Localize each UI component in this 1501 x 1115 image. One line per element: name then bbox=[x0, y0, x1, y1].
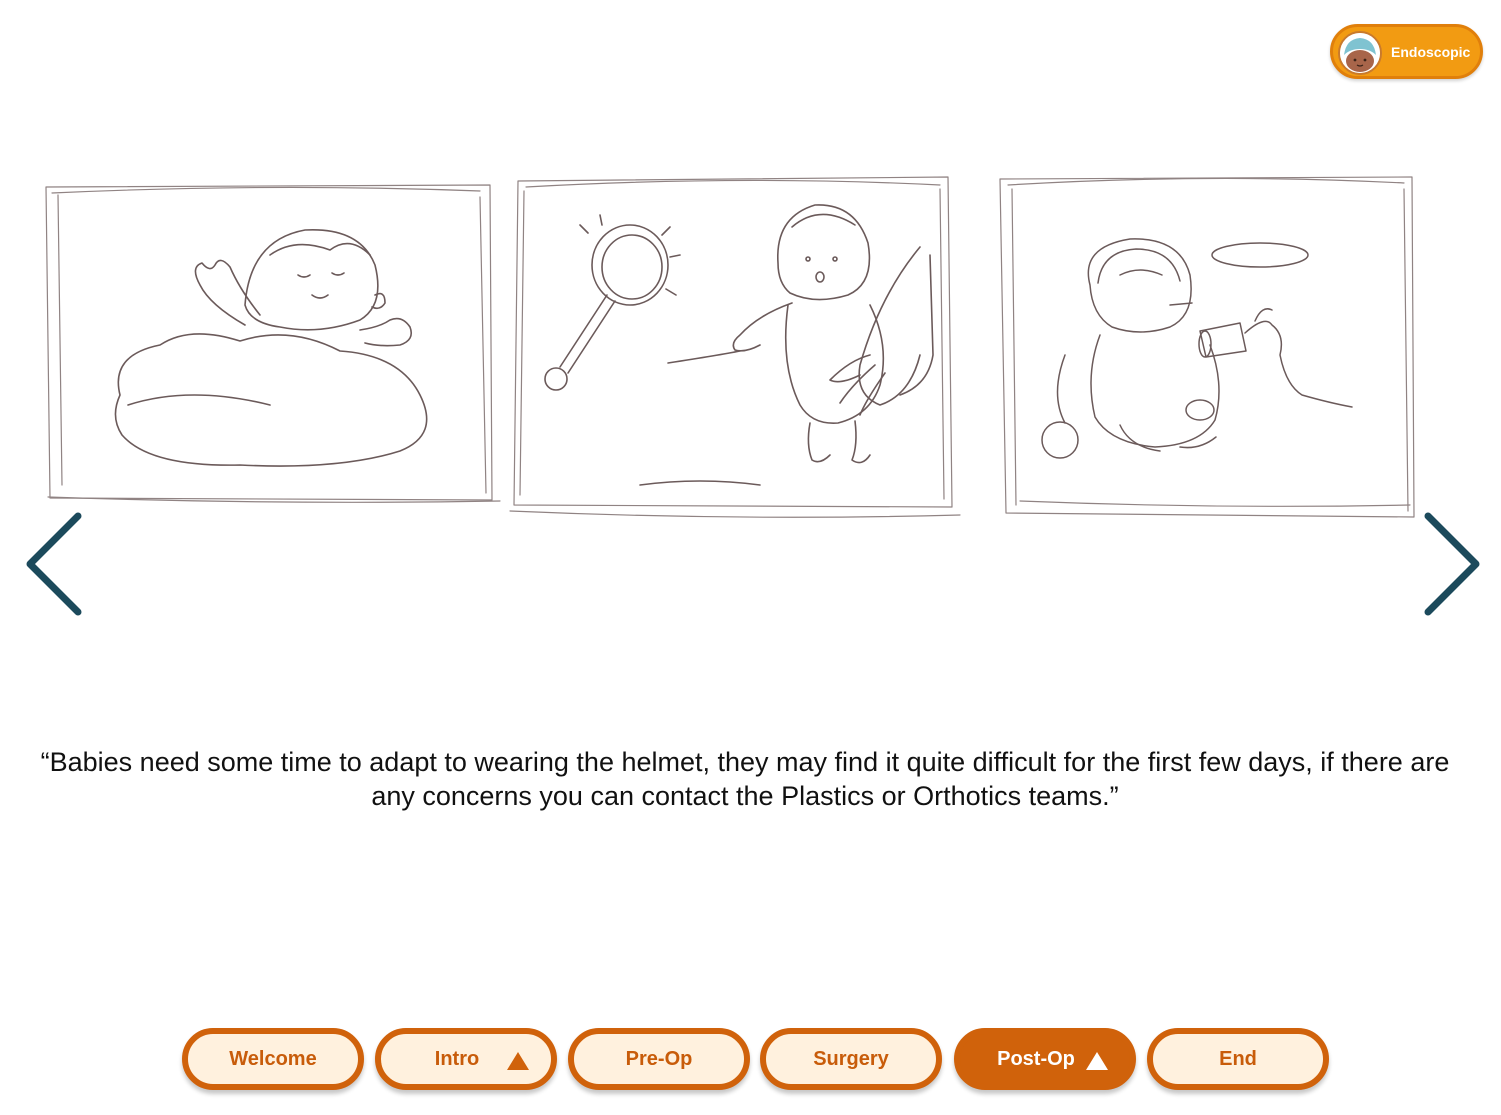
nav-surgery-button[interactable]: Surgery bbox=[760, 1028, 942, 1090]
baby-helmet-fitting-sketch bbox=[544, 204, 934, 486]
caret-up-icon[interactable] bbox=[1086, 1052, 1108, 1070]
baby-drinking-sketch bbox=[1041, 238, 1353, 459]
nav-end-button[interactable]: End bbox=[1147, 1028, 1329, 1090]
nav-item-label: Post-Op bbox=[997, 1047, 1075, 1070]
prev-slide-button[interactable] bbox=[18, 510, 88, 620]
nav-item-label: End bbox=[1219, 1047, 1257, 1070]
pathway-label: Endoscopic bbox=[1391, 44, 1471, 60]
nav-item-label: Surgery bbox=[813, 1047, 889, 1070]
nav-item-label: Welcome bbox=[229, 1047, 317, 1070]
panel-frame-3 bbox=[999, 176, 1415, 518]
next-slide-button[interactable] bbox=[1412, 510, 1482, 620]
caret-up-icon[interactable] bbox=[507, 1052, 529, 1070]
nav-intro-button[interactable]: Intro bbox=[375, 1028, 557, 1090]
storyboard-illustration bbox=[45, 176, 1415, 518]
slide-caption: “Babies need some time to adapt to weari… bbox=[40, 747, 1450, 811]
baby-helmet-avatar-icon bbox=[1338, 31, 1382, 75]
nav-item-label: Intro bbox=[434, 1047, 480, 1070]
nav-pre-op-button[interactable]: Pre-Op bbox=[568, 1028, 750, 1090]
chevron-left-icon bbox=[26, 512, 82, 616]
nav-post-op-button[interactable]: Post-Op bbox=[954, 1028, 1136, 1090]
pathway-toggle[interactable]: Endoscopic bbox=[1330, 24, 1483, 79]
panel-frame-1 bbox=[45, 184, 501, 503]
bottom-section-nav: Welcome Intro Pre-Op Surgery Post-Op End bbox=[182, 1028, 1330, 1094]
panel-frame-2 bbox=[509, 176, 961, 518]
nav-welcome-button[interactable]: Welcome bbox=[182, 1028, 364, 1090]
nav-item-label: Pre-Op bbox=[625, 1047, 693, 1070]
sleeping-baby-sketch bbox=[114, 229, 428, 467]
chevron-right-icon bbox=[1424, 512, 1480, 616]
